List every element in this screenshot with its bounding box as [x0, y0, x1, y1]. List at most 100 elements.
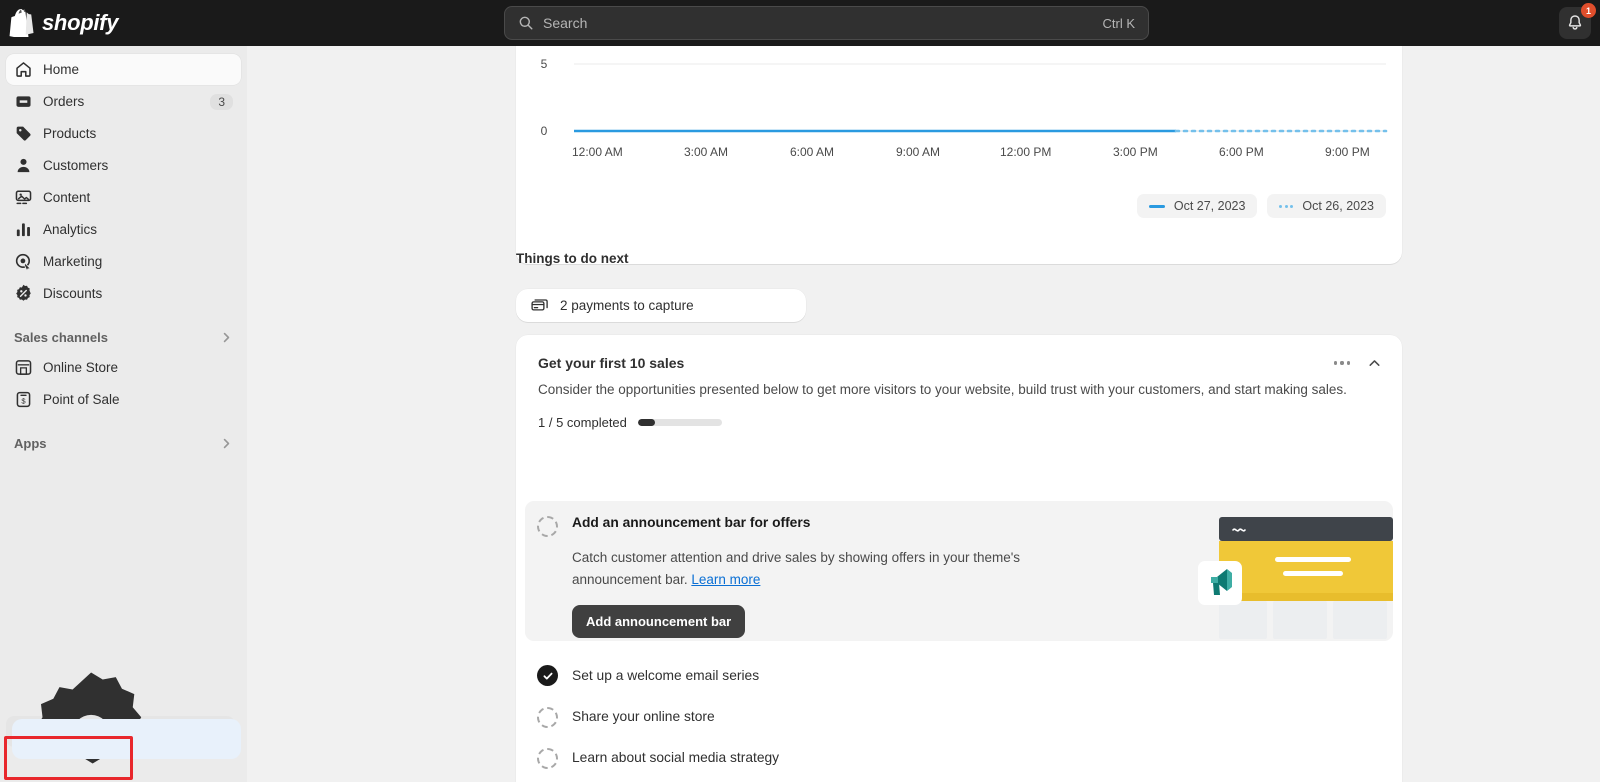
- expanded-task-title: Add an announcement bar for offers: [572, 515, 810, 530]
- search-shortcut-hint: Ctrl K: [1103, 16, 1136, 31]
- circle-check-icon[interactable]: [537, 665, 558, 686]
- learn-more-link[interactable]: Learn more: [691, 572, 760, 587]
- circle-dashed-icon[interactable]: [537, 516, 558, 537]
- announcement-bar-illustration-icon: [1197, 503, 1393, 639]
- collapse-card-button[interactable]: [1360, 349, 1388, 377]
- sidebar-item-discounts[interactable]: Discounts: [6, 278, 241, 309]
- task-list-item[interactable]: Learn about social media strategy: [525, 737, 1385, 778]
- task-label: Set up a welcome email series: [572, 668, 759, 683]
- sidebar-item-label: Point of Sale: [43, 392, 233, 407]
- customers-person-icon: [14, 156, 33, 175]
- search-input[interactable]: Search Ctrl K: [504, 6, 1149, 40]
- discounts-percent-icon: [14, 284, 33, 303]
- tasks-card-header: Get your first 10 sales Consider the opp…: [516, 335, 1402, 401]
- marketing-target-icon: [14, 252, 33, 271]
- tasks-card-actions: [1328, 349, 1388, 377]
- settings-row: Settings: [6, 716, 235, 747]
- sidebar-item-analytics[interactable]: Analytics: [6, 214, 241, 245]
- sidebar-item-online-store[interactable]: Online Store: [6, 352, 241, 383]
- search-container[interactable]: Search Ctrl K: [504, 6, 1149, 40]
- orders-inbox-icon: [14, 92, 33, 111]
- products-tag-icon: [14, 124, 33, 143]
- online-store-icon: [14, 358, 33, 377]
- payment-capture-icon: [530, 296, 549, 315]
- chevron-right-icon[interactable]: [220, 331, 233, 344]
- notification-count-badge: 1: [1581, 3, 1596, 18]
- expanded-task-header[interactable]: Add an announcement bar for offers: [537, 515, 1147, 537]
- notifications-button[interactable]: 1: [1559, 7, 1591, 39]
- sidebar-item-label: Home: [43, 62, 233, 77]
- circle-dashed-icon[interactable]: [537, 707, 558, 728]
- sidebar-item-label: Discounts: [43, 286, 233, 301]
- apps-label: Apps: [14, 436, 47, 451]
- things-to-do-title: Things to do next: [516, 251, 629, 266]
- search-placeholder: Search: [543, 15, 1094, 31]
- payments-to-capture-card[interactable]: 2 payments to capture: [516, 289, 806, 322]
- chevron-right-icon[interactable]: [220, 437, 233, 450]
- top-bar: shopify Search Ctrl K 1: [0, 0, 1600, 46]
- add-announcement-bar-button[interactable]: Add announcement bar: [572, 605, 745, 638]
- legend-item-current[interactable]: Oct 27, 2023: [1137, 194, 1258, 218]
- expanded-task-body: Add an announcement bar for offers Catch…: [537, 515, 1147, 638]
- shopify-brand[interactable]: shopify: [0, 9, 240, 37]
- sidebar-item-point-of-sale[interactable]: $ Point of Sale: [6, 384, 241, 415]
- sales-line-chart: [516, 46, 1402, 196]
- bell-icon: [1566, 14, 1584, 32]
- content-image-icon: [14, 188, 33, 207]
- task-list: Set up a welcome email series Share your…: [525, 655, 1385, 782]
- chevron-up-icon: [1367, 356, 1382, 371]
- sidebar-item-label: Products: [43, 126, 233, 141]
- sidebar-item-label: Content: [43, 190, 233, 205]
- payments-to-capture-label: 2 payments to capture: [560, 298, 694, 313]
- task-list-item[interactable]: Set up a welcome email series: [525, 655, 1385, 696]
- task-list-item[interactable]: Share your online store: [525, 696, 1385, 737]
- sales-channels-label: Sales channels: [14, 330, 108, 345]
- home-icon: [14, 60, 33, 79]
- orders-count-badge: 3: [210, 94, 233, 110]
- sidebar-item-content[interactable]: Content: [6, 182, 241, 213]
- more-options-button[interactable]: [1328, 349, 1356, 377]
- legend-item-comparison[interactable]: Oct 26, 2023: [1267, 194, 1386, 218]
- sidebar-item-label: Marketing: [43, 254, 233, 269]
- tasks-card-title: Get your first 10 sales: [538, 355, 1380, 371]
- shopify-bag-logo-icon: [9, 9, 35, 37]
- legend-dotted-line-swatch: [1279, 205, 1293, 208]
- task-label: Learn about social media strategy: [572, 750, 779, 765]
- analytics-bars-icon: [14, 220, 33, 239]
- expanded-task-description: Catch customer attention and drive sales…: [572, 547, 1112, 591]
- sidebar-section-sales-channels[interactable]: Sales channels: [6, 322, 241, 352]
- sidebar: Home Orders 3 Products Customers: [0, 46, 247, 782]
- point-of-sale-icon: $: [14, 390, 33, 409]
- sidebar-item-marketing[interactable]: Marketing: [6, 246, 241, 277]
- search-icon: [518, 15, 534, 31]
- sidebar-item-label: Customers: [43, 158, 233, 173]
- circle-dashed-icon[interactable]: [537, 748, 558, 769]
- sidebar-item-customers[interactable]: Customers: [6, 150, 241, 181]
- sidebar-item-orders[interactable]: Orders 3: [6, 86, 241, 117]
- svg-text:$: $: [21, 397, 26, 406]
- sidebar-item-label: Online Store: [43, 360, 233, 375]
- chart-legend: Oct 27, 2023 Oct 26, 2023: [1137, 194, 1386, 218]
- sidebar-item-products[interactable]: Products: [6, 118, 241, 149]
- task-list-item[interactable]: Drive traffic with TikTok: [525, 778, 1385, 782]
- legend-label: Oct 27, 2023: [1174, 199, 1246, 213]
- main-content: 5 0 12:00 AM 3:00 AM 6:00 AM 9:00 AM 12:…: [247, 46, 1600, 782]
- expanded-task-announcement-bar: Add an announcement bar for offers Catch…: [525, 501, 1393, 641]
- shopify-admin-window: shopify Search Ctrl K 1: [0, 0, 1600, 782]
- bottom-info-panel[interactable]: [12, 719, 241, 759]
- sales-chart-card: 5 0 12:00 AM 3:00 AM 6:00 AM 9:00 AM 12:…: [516, 46, 1402, 264]
- sidebar-item-home[interactable]: Home: [6, 54, 241, 85]
- more-horizontal-icon: [1334, 361, 1350, 364]
- progress-label: 1 / 5 completed: [538, 415, 627, 430]
- progress-bar: [638, 419, 722, 426]
- legend-label: Oct 26, 2023: [1302, 199, 1374, 213]
- expanded-task-description-text: Catch customer attention and drive sales…: [572, 550, 1020, 587]
- sidebar-section-apps[interactable]: Apps: [6, 428, 241, 458]
- legend-solid-line-swatch: [1149, 205, 1165, 208]
- progress-row: 1 / 5 completed: [516, 401, 1402, 430]
- sidebar-item-label: Orders: [43, 94, 200, 109]
- brand-name: shopify: [42, 10, 118, 36]
- sidebar-item-label: Analytics: [43, 222, 233, 237]
- tasks-card-description: Consider the opportunities presented bel…: [538, 379, 1368, 401]
- get-first-sales-card: Get your first 10 sales Consider the opp…: [516, 335, 1402, 782]
